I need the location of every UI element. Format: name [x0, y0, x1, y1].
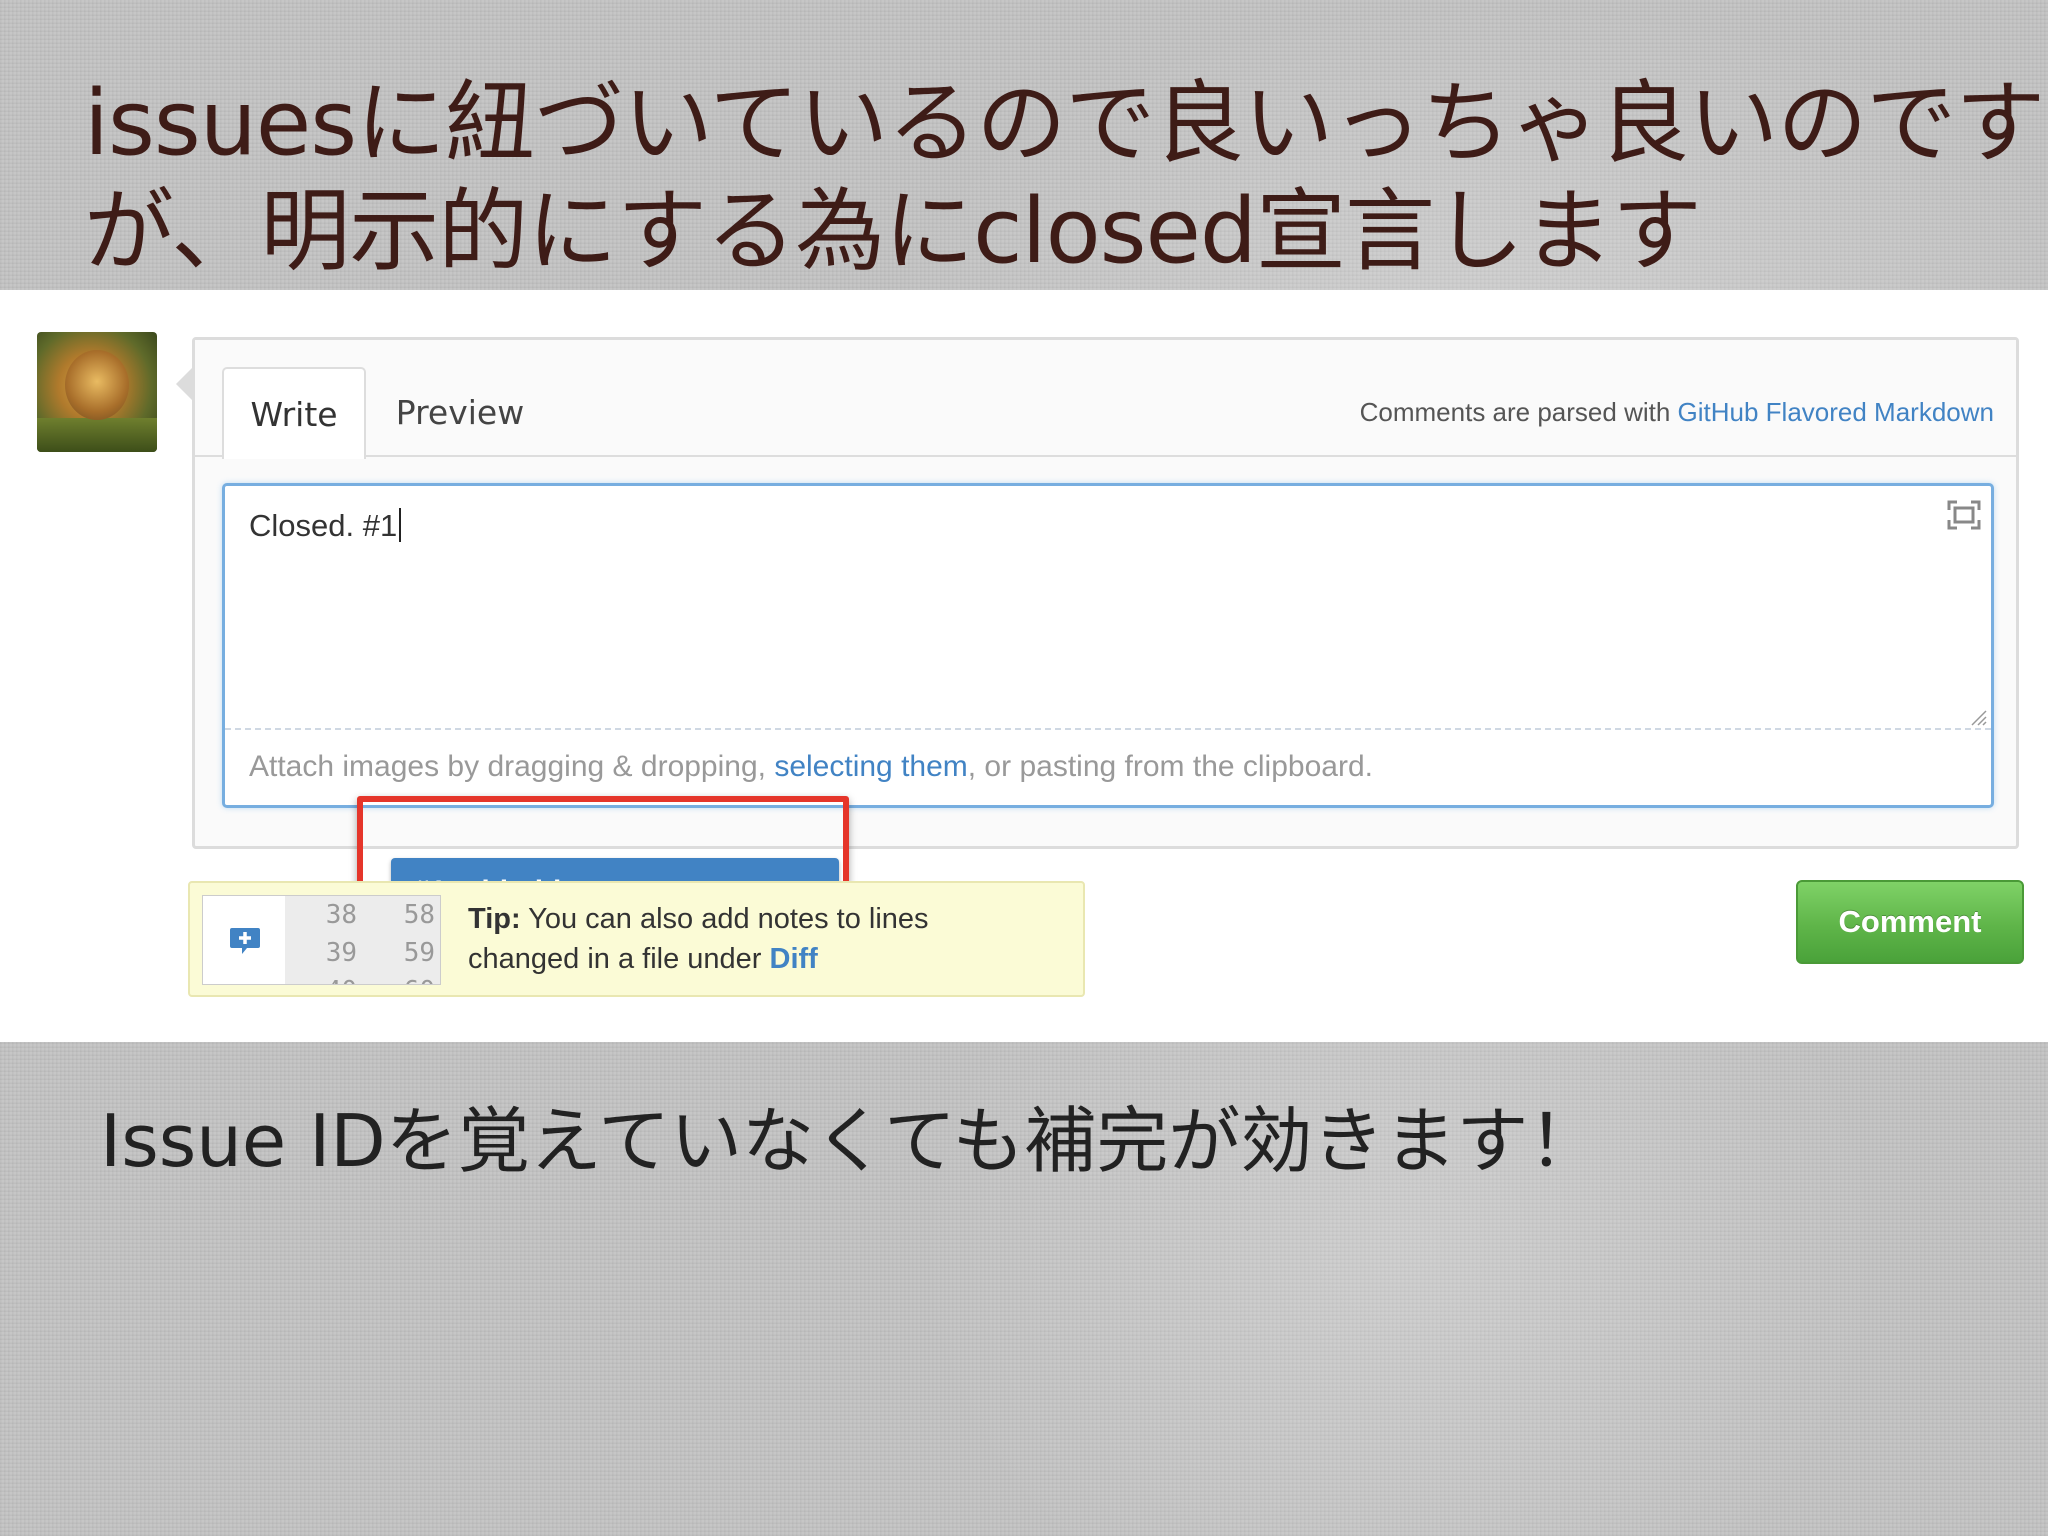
attach-text-prefix: Attach images by dragging & dropping, [249, 750, 775, 783]
avatar-lion [65, 350, 129, 420]
markdown-note-text: Comments are parsed with [1359, 397, 1678, 427]
typed-text-value: Closed. #1 [249, 508, 398, 543]
tip-box: 38 39 40 58 59 60 Tip: You can also add … [188, 881, 1085, 997]
slide-subtitle: Issue IDを覚えていなくても補完が効きます！ [100, 1099, 1601, 1183]
comment-button[interactable]: Comment [1796, 880, 2024, 964]
diff-link[interactable]: Diff [770, 943, 818, 975]
slide-title-line-1: issuesに紐づいているので良いっちゃ良いのです [84, 71, 2045, 176]
typed-text: Closed. #1 [249, 508, 402, 544]
comment-form: Write Preview Comments are parsed with G… [192, 337, 2019, 849]
add-note-column [203, 896, 286, 984]
tip-line-2-text: changed in a file under [468, 943, 770, 975]
new-line-numbers: 58 59 60 [363, 896, 440, 984]
resize-handle-icon[interactable] [1969, 708, 1987, 726]
attach-images-zone[interactable]: Attach images by dragging & dropping, se… [225, 728, 1991, 805]
tip-line-1-text: You can also add notes to lines [520, 903, 929, 935]
avatar-grass [37, 418, 157, 452]
avatar[interactable] [37, 332, 157, 452]
tab-write[interactable]: Write [222, 367, 366, 459]
slide-title-line-2: が、明示的にする為にclosed宣言します [84, 179, 1702, 284]
github-comment-screenshot: Write Preview Comments are parsed with G… [0, 290, 2048, 1042]
old-line-number: 40 [285, 972, 363, 984]
old-line-numbers: 38 39 40 [285, 896, 364, 984]
new-line-number: 60 [363, 972, 440, 984]
line-notes-illustration: 38 39 40 58 59 60 [202, 895, 441, 985]
attach-text-suffix: , or pasting from the clipboard. [967, 750, 1373, 783]
tabs-bar: Write Preview Comments are parsed with G… [195, 340, 2016, 459]
tip-label: Tip: [468, 903, 521, 935]
select-images-link[interactable]: selecting them [774, 750, 967, 783]
tip-line-2: changed in a file under Diff [468, 939, 929, 979]
slide-title: issuesに紐づいているので良いっちゃ良いのです が、明示的にする為にclos… [84, 70, 2045, 286]
comment-textarea[interactable]: Closed. #1 Attach images by dragging & d… [222, 483, 1994, 808]
markdown-help-link[interactable]: GitHub Flavored Markdown [1678, 397, 1994, 427]
text-cursor [399, 508, 402, 542]
fullscreen-icon[interactable] [1947, 500, 1981, 530]
new-line-number: 58 [403, 900, 435, 930]
add-line-note-icon [230, 928, 260, 954]
old-line-number: 38 [325, 900, 357, 930]
tab-preview[interactable]: Preview [380, 367, 540, 459]
tip-text: Tip: You can also add notes to lines cha… [468, 899, 929, 979]
old-line-number: 39 [325, 938, 357, 968]
new-line-number: 59 [403, 938, 435, 968]
markdown-note: Comments are parsed with GitHub Flavored… [1360, 397, 1994, 428]
tip-line-1: Tip: You can also add notes to lines [468, 899, 929, 939]
